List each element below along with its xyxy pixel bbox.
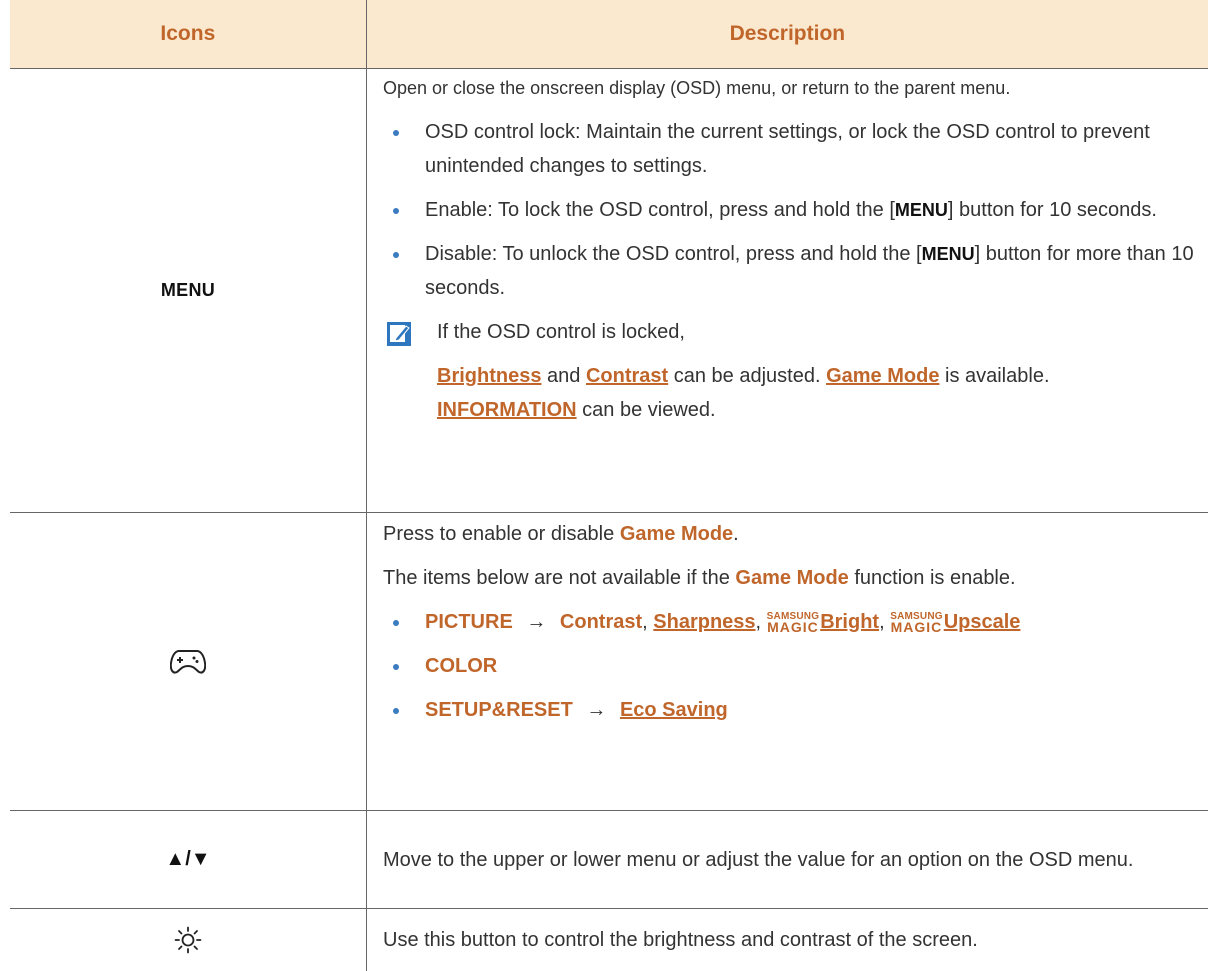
bullet-enable: Enable: To lock the OSD control, press a… [383,193,1198,227]
link-information[interactable]: INFORMATION [437,399,577,421]
bullet-color: COLOR [383,649,1198,683]
brightness-icon-cell [10,909,366,971]
note-line1: If the OSD control is locked, [437,321,685,343]
link-magic-upscale[interactable]: Upscale [944,611,1021,633]
game-icon-cell [10,513,366,810]
gamepad-icon [170,649,206,673]
picture-term: PICTURE [425,611,513,633]
menu-key: MENU [921,244,975,264]
link-magic-bright[interactable]: Bright [820,611,879,633]
samsung-magic-logo: SAMSUNG MAGIC [890,611,943,635]
updown-description: Move to the upper or lower menu or adjus… [366,811,1208,908]
updown-text: Move to the upper or lower menu or adjus… [383,848,1134,871]
note-line3: INFORMATION can be viewed. [437,399,716,421]
updown-icon-cell: ▲/▼ [10,811,366,908]
brightness-description: Use this button to control the brightnes… [366,909,1208,971]
table-row-brightness: Use this button to control the brightnes… [10,909,1208,971]
header-description: Description [365,0,1208,68]
up-down-arrows-icon: ▲/▼ [165,848,211,870]
brightness-text: Use this button to control the brightnes… [383,929,978,951]
bullet-disable: Disable: To unlock the OSD control, pres… [383,237,1198,305]
samsung-magic-logo: SAMSUNG MAGIC [766,611,820,635]
note-pencil-icon [387,322,411,346]
menu-button-label: MENU [160,280,216,300]
game-line1: Press to enable or disable Game Mode. [383,523,739,545]
menu-key: MENU [894,200,948,220]
link-eco-saving[interactable]: Eco Saving [620,699,728,721]
brightness-icon [174,926,202,954]
link-game-mode[interactable]: Game Mode [826,365,939,387]
table-header: Icons Description [10,0,1208,69]
controls-table: Icons Description MENU Open or close the… [10,0,1208,971]
lock-note: If the OSD control is locked, Brightness… [383,315,1198,427]
header-icons: Icons [160,22,216,45]
menu-icon-cell: MENU [10,69,366,512]
setup-term: SETUP&RESET [425,699,573,721]
menu-description: Open or close the onscreen display (OSD)… [366,69,1208,512]
link-brightness[interactable]: Brightness [437,365,541,387]
table-row-updown: ▲/▼ Move to the upper or lower menu or a… [10,811,1208,909]
bullet-osd-lock: OSD control lock: Maintain the current s… [383,115,1198,183]
game-mode-term: Game Mode [735,567,849,589]
table-row-menu: MENU Open or close the onscreen display … [10,69,1208,513]
link-contrast[interactable]: Contrast [586,365,668,387]
color-term: COLOR [425,655,498,677]
game-mode-term: Game Mode [619,523,734,545]
menu-intro: Open or close the onscreen display (OSD)… [383,78,1011,98]
game-line2: The items below are not available if the… [383,567,1016,589]
table-row-game: Press to enable or disable Game Mode. Th… [10,513,1208,811]
bullet-picture: PICTURE → Contrast, Sharpness, SAMSUNG MA… [383,605,1198,639]
game-description: Press to enable or disable Game Mode. Th… [366,513,1208,810]
contrast-term: Contrast [559,611,643,633]
bullet-setup: SETUP&RESET → Eco Saving [383,693,1198,727]
link-sharpness[interactable]: Sharpness [653,611,755,633]
note-line2: Brightness and Contrast can be adjusted.… [437,365,1050,387]
